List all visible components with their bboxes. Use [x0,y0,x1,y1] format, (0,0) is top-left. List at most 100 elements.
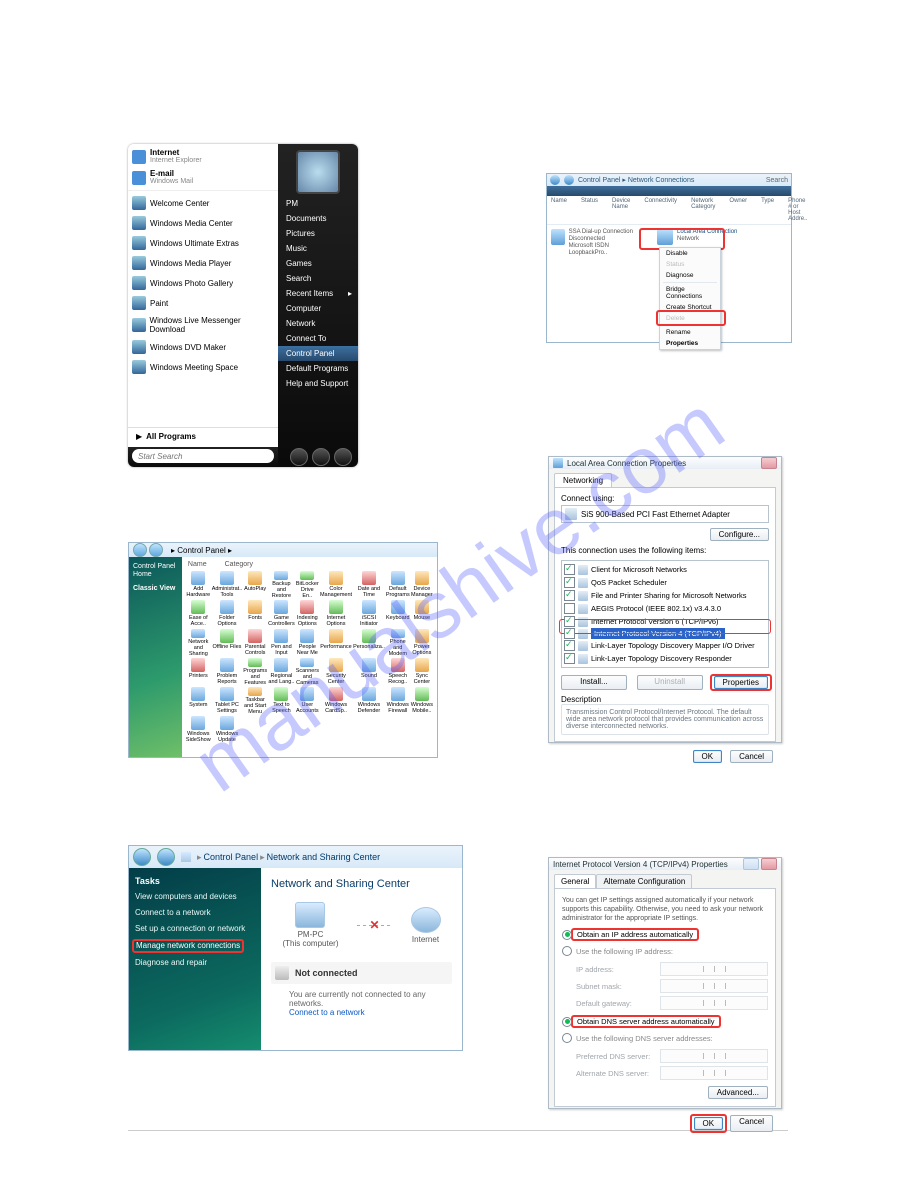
checkbox[interactable] [564,564,575,575]
context-item[interactable]: Status [660,259,720,270]
cp-item[interactable]: Keyboard [386,600,410,628]
start-search-input[interactable] [132,449,274,463]
checkbox[interactable] [564,590,575,601]
install-button[interactable]: Install... [561,675,627,690]
cp-item[interactable]: Personaliza.. [353,629,385,657]
context-item[interactable]: Rename [660,327,720,338]
cp-item[interactable]: Game Controllers [268,600,295,628]
cp-item[interactable]: Administrat.. Tools [212,571,243,599]
cp-item[interactable]: AutoPlay [243,571,267,599]
cp-item[interactable]: Windows SideShow [186,716,211,744]
cp-item[interactable]: Sync Center [411,658,433,686]
task-link[interactable]: View computers and devices [135,892,255,902]
cp-item[interactable]: Device Manager [411,571,433,599]
cp-item[interactable]: Windows Firewall [386,687,410,715]
connection-item[interactable]: SSA Dial-up ConnectionDisconnectedMicros… [551,229,637,257]
component-item[interactable]: Client for Microsoft Networks [564,563,766,576]
cp-item[interactable]: Backup and Restore [268,571,295,599]
cp-item[interactable]: iSCSI Initiator [353,600,385,628]
back-icon[interactable] [550,175,560,185]
cp-item[interactable]: Windows Update [212,716,243,744]
power-icon[interactable] [290,448,308,466]
radio-manual-dns[interactable]: Use the following DNS server addresses: [562,1033,768,1043]
cp-item[interactable]: Network and Sharing [186,629,211,657]
cancel-button[interactable]: Cancel [730,1115,773,1132]
app-item[interactable]: Welcome Center [130,193,276,213]
radio-auto-dns[interactable]: Obtain DNS server address automatically [562,1016,768,1027]
cp-item[interactable]: User Accounts [296,687,319,715]
app-item[interactable]: Windows Media Player [130,253,276,273]
tab-networking[interactable]: Networking [554,473,612,487]
app-item[interactable]: Windows Meeting Space [130,357,276,377]
uninstall-button[interactable]: Uninstall [637,675,703,690]
component-item[interactable]: Internet Protocol Version 4 (TCP/IPv4) [564,628,766,639]
cp-item[interactable]: Windows Mobile.. [411,687,433,715]
right-item[interactable]: Connect To [278,331,358,346]
checkbox[interactable] [564,577,575,588]
column-header[interactable]: Name [188,561,207,568]
cp-item[interactable]: Color Management [320,571,352,599]
app-item[interactable]: Paint [130,293,276,313]
context-item[interactable]: Disable [660,248,720,259]
context-item[interactable]: Delete [660,313,720,324]
forward-icon[interactable] [157,848,175,866]
component-item[interactable]: Link-Layer Topology Discovery Mapper I/O… [564,639,766,652]
checkbox[interactable] [564,628,575,639]
right-item[interactable]: Recent Items▸ [278,286,358,301]
cp-item[interactable]: Mouse [411,600,433,628]
ok-button[interactable]: OK [694,1117,724,1130]
task-link[interactable]: Diagnose and repair [135,958,255,968]
cp-item[interactable]: Folder Options [212,600,243,628]
breadcrumb[interactable]: ▸ Control Panel ▸ [171,546,232,555]
task-link[interactable]: Set up a connection or network [135,924,255,934]
cp-item[interactable]: Taskbar and Start Menu [243,687,267,715]
ok-button[interactable]: OK [693,750,723,763]
search-field[interactable]: Search [766,177,788,184]
cp-item[interactable]: System [186,687,211,715]
user-picture[interactable] [296,150,340,194]
cp-item[interactable]: Fonts [243,600,267,628]
cp-item[interactable]: Regional and Lang.. [268,658,295,686]
right-item[interactable]: Computer [278,301,358,316]
column-header[interactable]: Connectivity [644,198,677,222]
radio-auto-ip[interactable]: Obtain an IP address automatically [562,929,768,940]
column-header[interactable]: Type [761,198,774,222]
cp-item[interactable]: Printers [186,658,211,686]
cp-item[interactable]: Security Center [320,658,352,686]
cp-item[interactable]: Problem Reports [212,658,243,686]
cp-item[interactable]: Ease of Acce.. [186,600,211,628]
checkbox[interactable] [564,653,575,664]
tab-alternate[interactable]: Alternate Configuration [596,874,692,888]
cp-item[interactable]: BitLocker Drive En.. [296,571,319,599]
cp-item[interactable]: Parental Controls [243,629,267,657]
toolbar[interactable] [547,186,791,196]
right-item[interactable]: Network [278,316,358,331]
properties-button[interactable]: Properties [714,676,768,689]
cp-item[interactable]: Phone and Modem [386,629,410,657]
breadcrumb[interactable]: ▸Control Panel ▸Network and Sharing Cent… [197,852,380,863]
cp-item[interactable]: Pen and Input [268,629,295,657]
sidebar-item[interactable]: Classic View [133,585,178,593]
cp-item[interactable]: People Near Me [296,629,319,657]
cp-item[interactable]: Add Hardware [186,571,211,599]
breadcrumb[interactable]: Control Panel ▸ Network Connections [578,176,694,184]
app-item[interactable]: Windows DVD Maker [130,337,276,357]
column-header[interactable]: Status [581,198,598,222]
task-link[interactable]: Connect to a network [135,908,255,918]
right-item[interactable]: Documents [278,211,358,226]
cp-item[interactable]: Indexing Options [296,600,319,628]
context-item[interactable]: Bridge Connections [660,284,720,302]
right-item[interactable]: Music [278,241,358,256]
cp-item[interactable]: Speech Recog.. [386,658,410,686]
pinned-item[interactable]: InternetInternet Explorer [132,146,274,167]
right-item[interactable]: Pictures [278,226,358,241]
component-item[interactable]: QoS Packet Scheduler [564,576,766,589]
column-header[interactable]: Owner [729,198,747,222]
context-item[interactable]: Properties [660,338,720,349]
cp-item[interactable]: Text to Speech [268,687,295,715]
all-programs[interactable]: ▶ All Programs [128,427,278,445]
column-header[interactable]: Device Name [612,198,630,222]
cp-item[interactable]: Scanners and Cameras [296,658,319,686]
cp-item[interactable]: Tablet PC Settings [212,687,243,715]
components-list[interactable]: Client for Microsoft NetworksQoS Packet … [561,560,769,668]
